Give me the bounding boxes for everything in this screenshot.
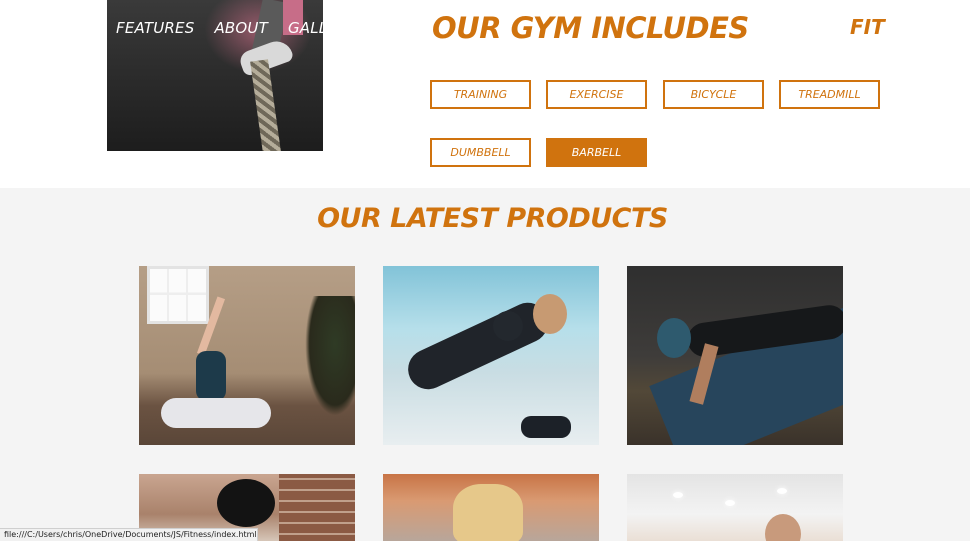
filter-button-barbell[interactable]: BARBELL: [546, 138, 647, 167]
filter-button-training[interactable]: TRAINING: [430, 80, 531, 109]
hair: [453, 484, 523, 541]
face: [765, 514, 801, 541]
head: [657, 318, 691, 358]
nav-link-features[interactable]: FEATURES: [116, 19, 194, 37]
yoga-pose-image[interactable]: [139, 266, 355, 445]
hero-rope: [250, 59, 282, 151]
plant: [305, 296, 355, 416]
brick-wall: [279, 474, 355, 541]
dumbbell-row-image[interactable]: [383, 266, 599, 445]
legs: [161, 398, 271, 428]
fit-logo[interactable]: FIT: [850, 15, 885, 39]
filter-button-treadmill[interactable]: TREADMILL: [779, 80, 880, 109]
figure: [401, 296, 555, 396]
ceiling-light: [777, 488, 787, 494]
ceiling-light: [673, 492, 683, 498]
filter-button-dumbbell[interactable]: DUMBBELL: [430, 138, 531, 167]
pushup-image[interactable]: [627, 266, 843, 445]
dumbbell: [493, 311, 523, 341]
status-bar-url: file:///C:/Users/chris/OneDrive/Document…: [0, 528, 258, 541]
filter-button-exercise[interactable]: EXERCISE: [546, 80, 647, 109]
window: [147, 266, 209, 324]
latest-products-title: OUR LATEST PRODUCTS: [317, 203, 668, 234]
head: [533, 294, 567, 334]
torso: [196, 351, 226, 401]
filter-button-bicycle[interactable]: BICYCLE: [663, 80, 764, 109]
main-nav: FEATURES ABOUT GALLERY: [116, 19, 323, 37]
nav-link-gallery[interactable]: GALLERY: [288, 19, 323, 37]
hair: [217, 479, 275, 527]
ceiling-light: [725, 500, 735, 506]
gym-includes-title: OUR GYM INCLUDES: [432, 11, 749, 45]
nav-link-about[interactable]: ABOUT: [214, 19, 268, 37]
blonde-athlete-image[interactable]: [383, 474, 599, 541]
gym-woman-image[interactable]: [627, 474, 843, 541]
dumbbell-floor: [521, 416, 571, 438]
